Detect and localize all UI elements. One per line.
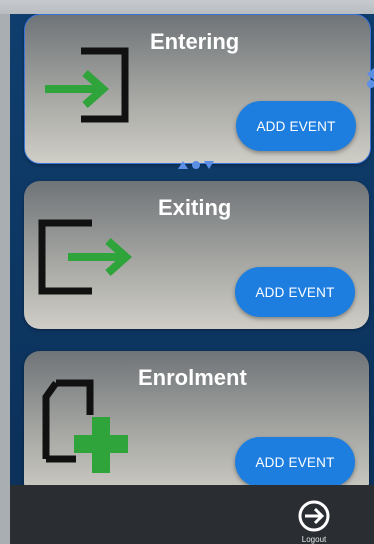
card-title: Exiting xyxy=(158,195,232,220)
resize-handle-icon[interactable] xyxy=(366,66,374,90)
card-title: Entering xyxy=(150,29,240,54)
logout-icon xyxy=(298,500,330,532)
exiting-icon xyxy=(38,219,133,295)
bottom-navigation-bar: Logout xyxy=(10,485,374,544)
add-event-button[interactable]: ADD EVENT xyxy=(235,437,355,487)
logout-label: Logout xyxy=(301,535,327,544)
add-event-button[interactable]: ADD EVENT xyxy=(235,267,355,317)
enrolment-icon xyxy=(42,379,128,473)
window-top-strip xyxy=(0,0,374,14)
logout-button[interactable]: Logout xyxy=(284,499,344,544)
card-entering[interactable]: Entering ADD EVENT xyxy=(24,14,371,164)
card-exiting[interactable]: Exiting ADD EVENT xyxy=(24,181,369,329)
card-enrolment[interactable]: Enrolment ADD EVENT xyxy=(24,351,369,499)
move-handle-icon[interactable] xyxy=(176,160,216,170)
app-screen: Entering ADD EVENT Exiting ADD EVENT Enr… xyxy=(10,14,374,544)
add-event-button[interactable]: ADD EVENT xyxy=(236,101,356,151)
entering-icon xyxy=(45,47,129,123)
card-title: Enrolment xyxy=(138,365,247,390)
